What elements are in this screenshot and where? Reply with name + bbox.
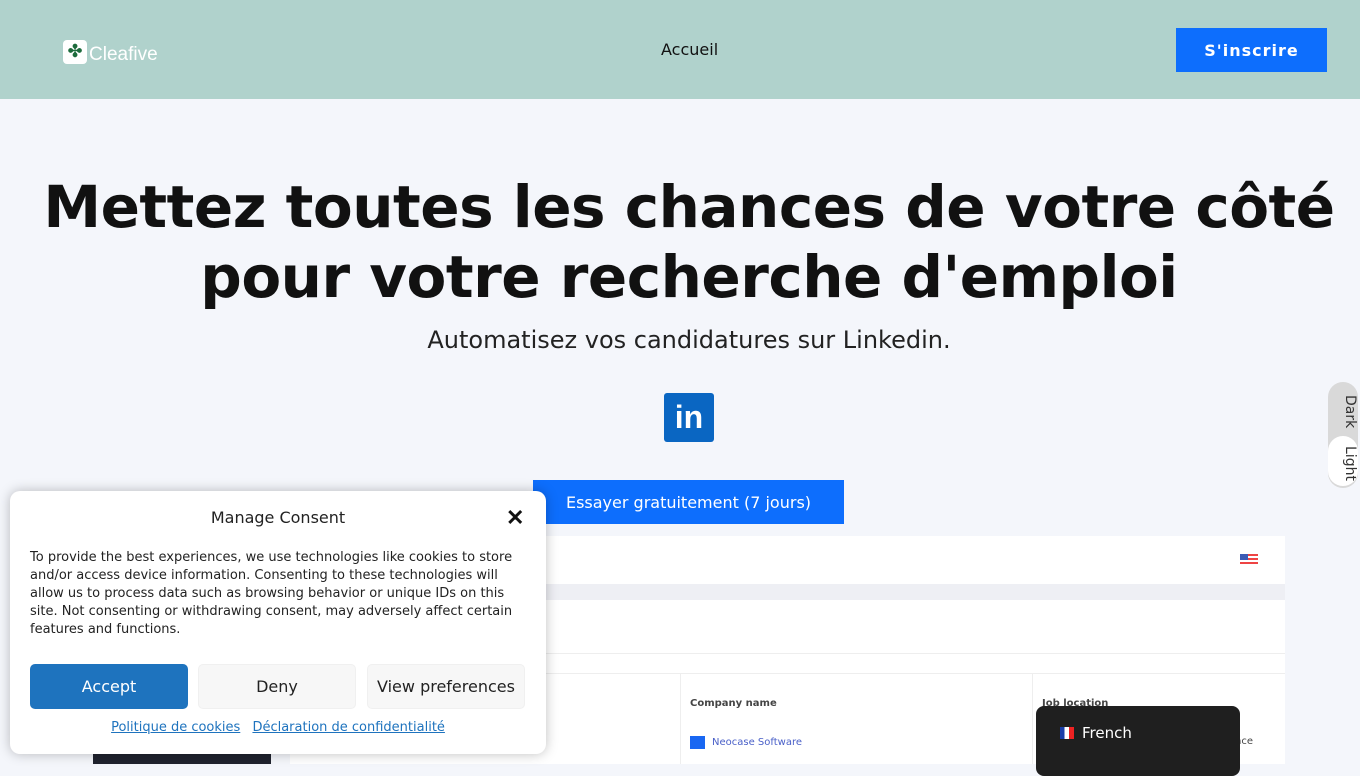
clover-logo-icon: ✤ — [63, 40, 87, 64]
hero-subtitle: Automatisez vos candidatures sur Linkedi… — [427, 326, 951, 354]
free-trial-button[interactable]: Essayer gratuitement (7 jours) — [533, 480, 844, 524]
nav-home[interactable]: Accueil — [661, 40, 718, 59]
logo-text: Cleafive — [89, 44, 158, 65]
deny-button[interactable]: Deny — [198, 664, 356, 709]
accept-button[interactable]: Accept — [30, 664, 188, 709]
company-logo-icon — [690, 736, 705, 749]
privacy-statement-link[interactable]: Déclaration de confidentialité — [252, 720, 444, 735]
language-switcher[interactable]: French — [1036, 706, 1240, 776]
company-name: Neocase Software — [712, 737, 802, 748]
signup-button[interactable]: S'inscrire — [1176, 28, 1327, 72]
site-header: ✤ Cleafive Accueil S'inscrire — [0, 0, 1360, 99]
language-label: French — [1082, 724, 1132, 742]
theme-toggle[interactable]: Dark Light — [1328, 382, 1358, 488]
consent-dialog: Manage Consent ✕ To provide the best exp… — [10, 491, 546, 754]
us-flag-icon — [1240, 554, 1258, 566]
view-preferences-button[interactable]: View preferences — [367, 664, 525, 709]
close-icon[interactable]: ✕ — [506, 505, 524, 531]
divider — [1032, 673, 1033, 764]
logo[interactable]: ✤ Cleafive — [63, 38, 158, 66]
cookie-policy-link[interactable]: Politique de cookies — [111, 720, 240, 735]
company-cell: Neocase Software — [690, 736, 802, 749]
divider — [680, 673, 681, 764]
french-flag-icon — [1060, 727, 1074, 739]
linkedin-icon: in — [664, 393, 714, 442]
consent-title: Manage Consent — [210, 508, 346, 527]
theme-dark[interactable]: Dark — [1328, 390, 1358, 434]
theme-light[interactable]: Light — [1328, 436, 1358, 486]
column-header-company: Company name — [690, 698, 777, 709]
hero-title: Mettez toutes les chances de votre côté … — [43, 173, 1335, 311]
consent-text: To provide the best experiences, we use … — [30, 550, 513, 637]
